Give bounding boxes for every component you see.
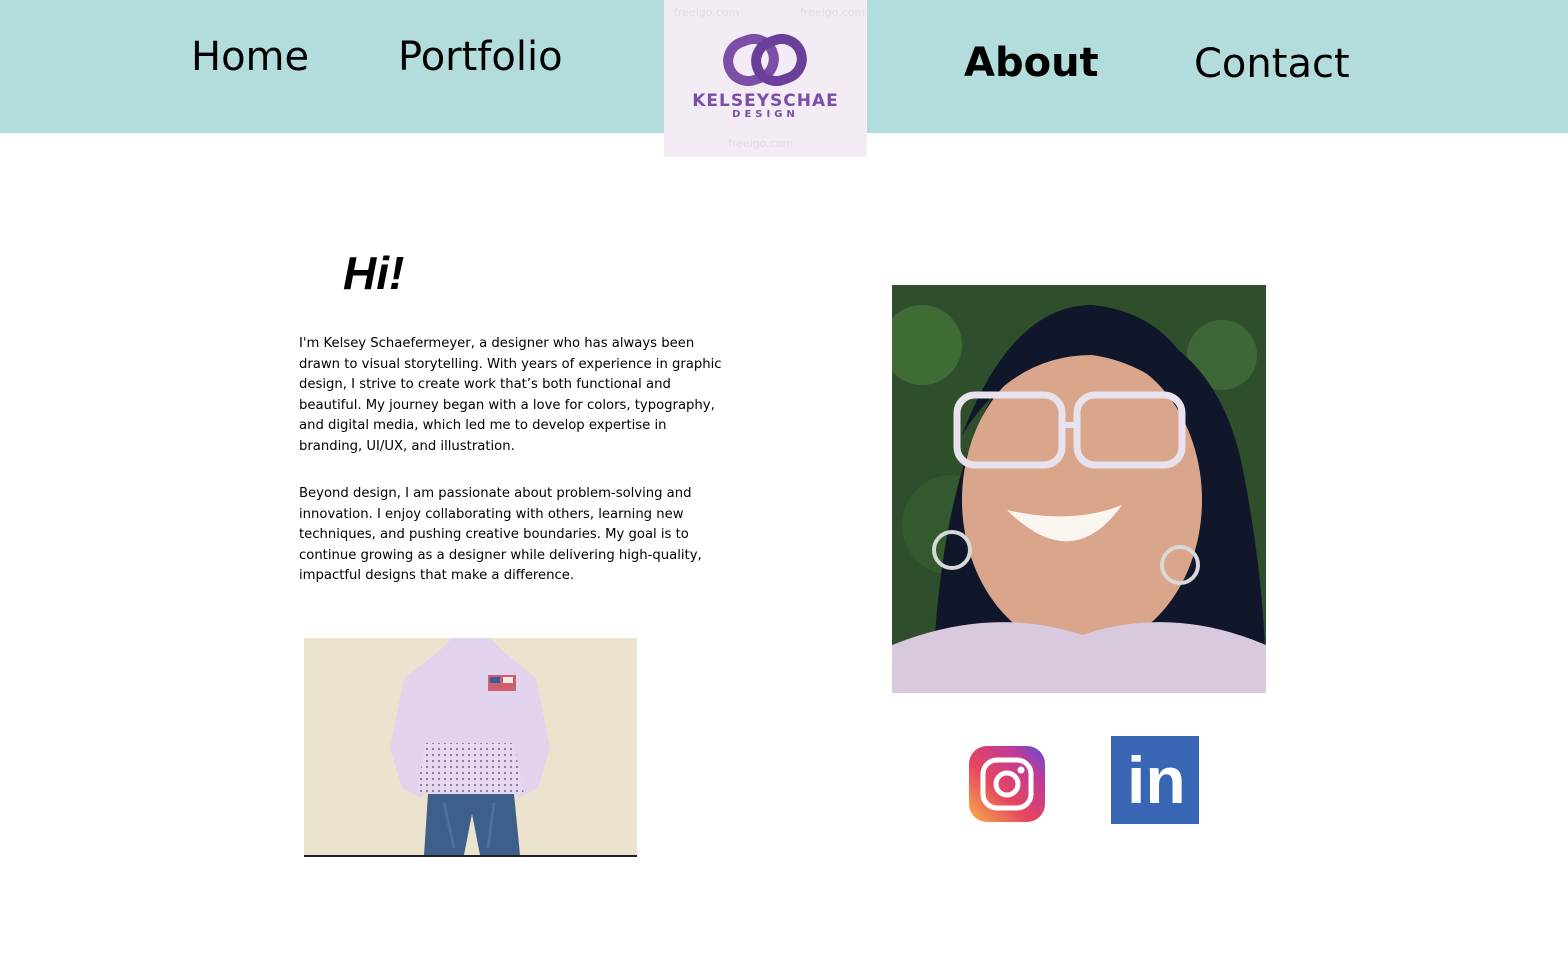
about-paragraph-1: I'm Kelsey Schaefermeyer, a designer who… [299,336,722,454]
logo-watermark: freelgo.com [800,6,866,19]
site-logo[interactable]: freelgo.com freelgo.com freelgo.com KELS… [664,0,867,157]
logo-name: KELSEYSCHAE [692,91,839,111]
linkedin-icon-text: in [1127,743,1186,817]
nav-portfolio[interactable]: Portfolio [398,34,563,80]
nav-home[interactable]: Home [191,34,309,80]
greeting-heading: Hi! [343,247,405,299]
hoodie-mockup-photo [304,638,637,857]
instagram-icon[interactable] [969,746,1045,822]
logo-watermark: freelgo.com [674,6,740,19]
profile-photo [892,285,1266,693]
nav-contact[interactable]: Contact [1194,41,1350,87]
nav-about[interactable]: About [964,40,1099,86]
about-paragraph-2: Beyond design, I am passionate about pro… [299,486,702,584]
chain-link-icon [723,34,807,86]
linkedin-icon[interactable]: in [1111,736,1199,824]
logo-watermark: freelgo.com [728,137,794,150]
logo-subtitle: DESIGN [732,109,799,120]
